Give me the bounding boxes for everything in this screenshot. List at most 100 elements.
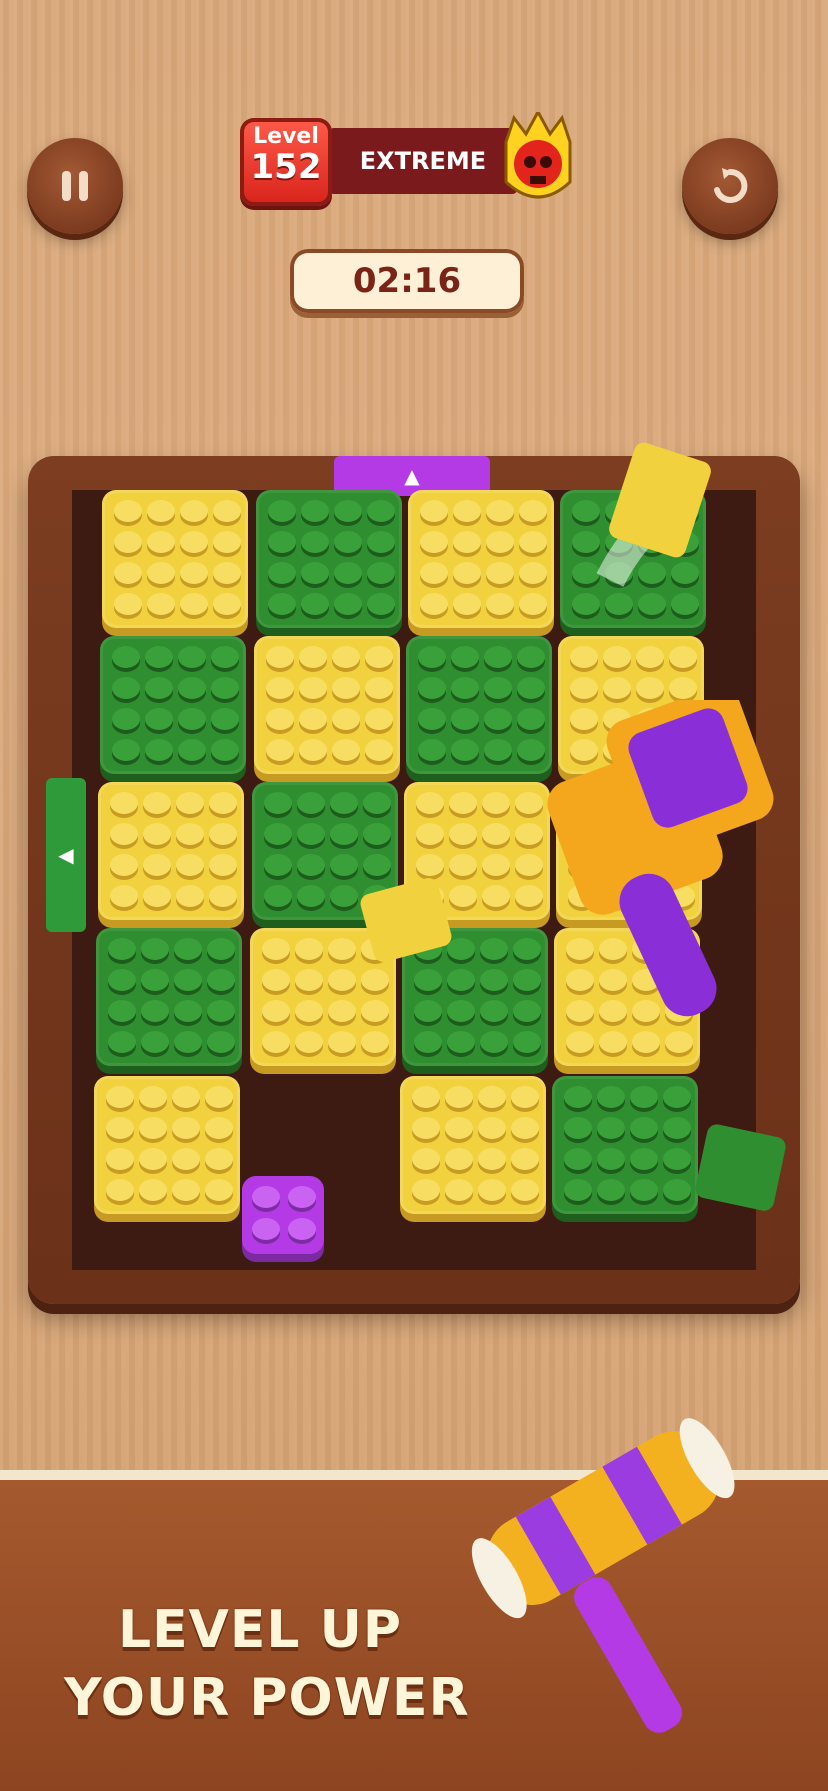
level-badge: Level 152 [240,118,332,206]
brick-stud [205,1086,233,1108]
brick-stud [451,677,479,699]
brick-stud [630,1148,658,1170]
brick-stud [178,677,206,699]
brick-stud [663,1179,691,1201]
brick-stud [519,531,547,553]
restart-button[interactable] [682,138,778,234]
brick-stud [295,969,323,991]
brick-block[interactable] [94,1076,240,1214]
brick-stud [361,969,389,991]
brick-stud [114,500,142,522]
brick-stud [519,500,547,522]
brick-stud [143,885,171,907]
brick-stud [566,1031,594,1053]
brick-block[interactable] [96,928,242,1066]
brick-stud [418,739,446,761]
brick-stud [213,531,241,553]
brick-stud [367,593,395,615]
brick-stud [299,677,327,699]
brick-stud [420,593,448,615]
brick-stud [484,739,512,761]
brick-stud [570,646,598,668]
brick-stud [445,1179,473,1201]
brick-stud [110,792,138,814]
brick-stud [207,938,235,960]
brick-stud [112,646,140,668]
brick-stud [603,677,631,699]
brick-block[interactable] [254,636,400,774]
brick-stud [445,1086,473,1108]
brick-stud [363,823,391,845]
brick-stud [145,708,173,730]
brick-stud [108,969,136,991]
brick-block[interactable] [102,490,248,628]
brick-stud [480,1031,508,1053]
brick-stud [414,969,442,991]
brick-stud [180,562,208,584]
brick-stud [414,1000,442,1022]
brick-stud [114,531,142,553]
timer: 02:16 [290,249,524,313]
brick-stud [145,677,173,699]
brick-block[interactable] [256,490,402,628]
brick-stud [330,885,358,907]
brick-stud [297,823,325,845]
brick-stud [416,792,444,814]
brick-stud [172,1117,200,1139]
brick-stud [367,531,395,553]
brick-block[interactable] [400,1076,546,1214]
brick-stud [262,1000,290,1022]
brick-stud [114,593,142,615]
brick-stud [172,1086,200,1108]
brick-block[interactable] [552,1076,698,1214]
brick-stud [447,969,475,991]
brick-stud [178,708,206,730]
brick-stud [330,854,358,876]
brick-stud [172,1148,200,1170]
brick-stud [147,593,175,615]
brick-stud [361,1031,389,1053]
brick-stud [262,938,290,960]
brick-stud [262,969,290,991]
brick-stud [564,1179,592,1201]
brick-stud [334,593,362,615]
brick-stud [513,1031,541,1053]
brick-stud [663,1148,691,1170]
brick-block[interactable] [408,490,554,628]
brick-stud [209,854,237,876]
brick-stud [268,593,296,615]
brick-stud [630,1086,658,1108]
purple-brick[interactable] [242,1176,324,1254]
brick-stud [484,708,512,730]
brick-stud [266,739,294,761]
brick-stud [453,500,481,522]
brick-stud [176,792,204,814]
brick-stud [147,531,175,553]
brick-stud [301,593,329,615]
brick-stud [110,854,138,876]
brick-stud [176,854,204,876]
brick-stud [174,1000,202,1022]
pause-button[interactable] [27,138,123,234]
pause-icon [62,171,88,201]
brick-stud [517,677,545,699]
brick-stud [252,1186,280,1208]
brick-block[interactable] [100,636,246,774]
brick-stud [453,531,481,553]
brick-stud [328,1000,356,1022]
brick-block[interactable] [98,782,244,920]
brick-stud [482,823,510,845]
brick-stud [114,562,142,584]
brick-stud [176,885,204,907]
triangle-arrow-icon: ◀ [58,843,74,867]
brick-stud [330,792,358,814]
flying-yellow-chip [360,878,452,962]
promo-line-2: YOUR POWER [64,1668,470,1728]
brick-stud [451,708,479,730]
brick-stud [671,593,699,615]
brick-stud [367,500,395,522]
brick-stud [178,739,206,761]
brick-stud [482,792,510,814]
brick-stud [597,1086,625,1108]
brick-stud [262,1031,290,1053]
